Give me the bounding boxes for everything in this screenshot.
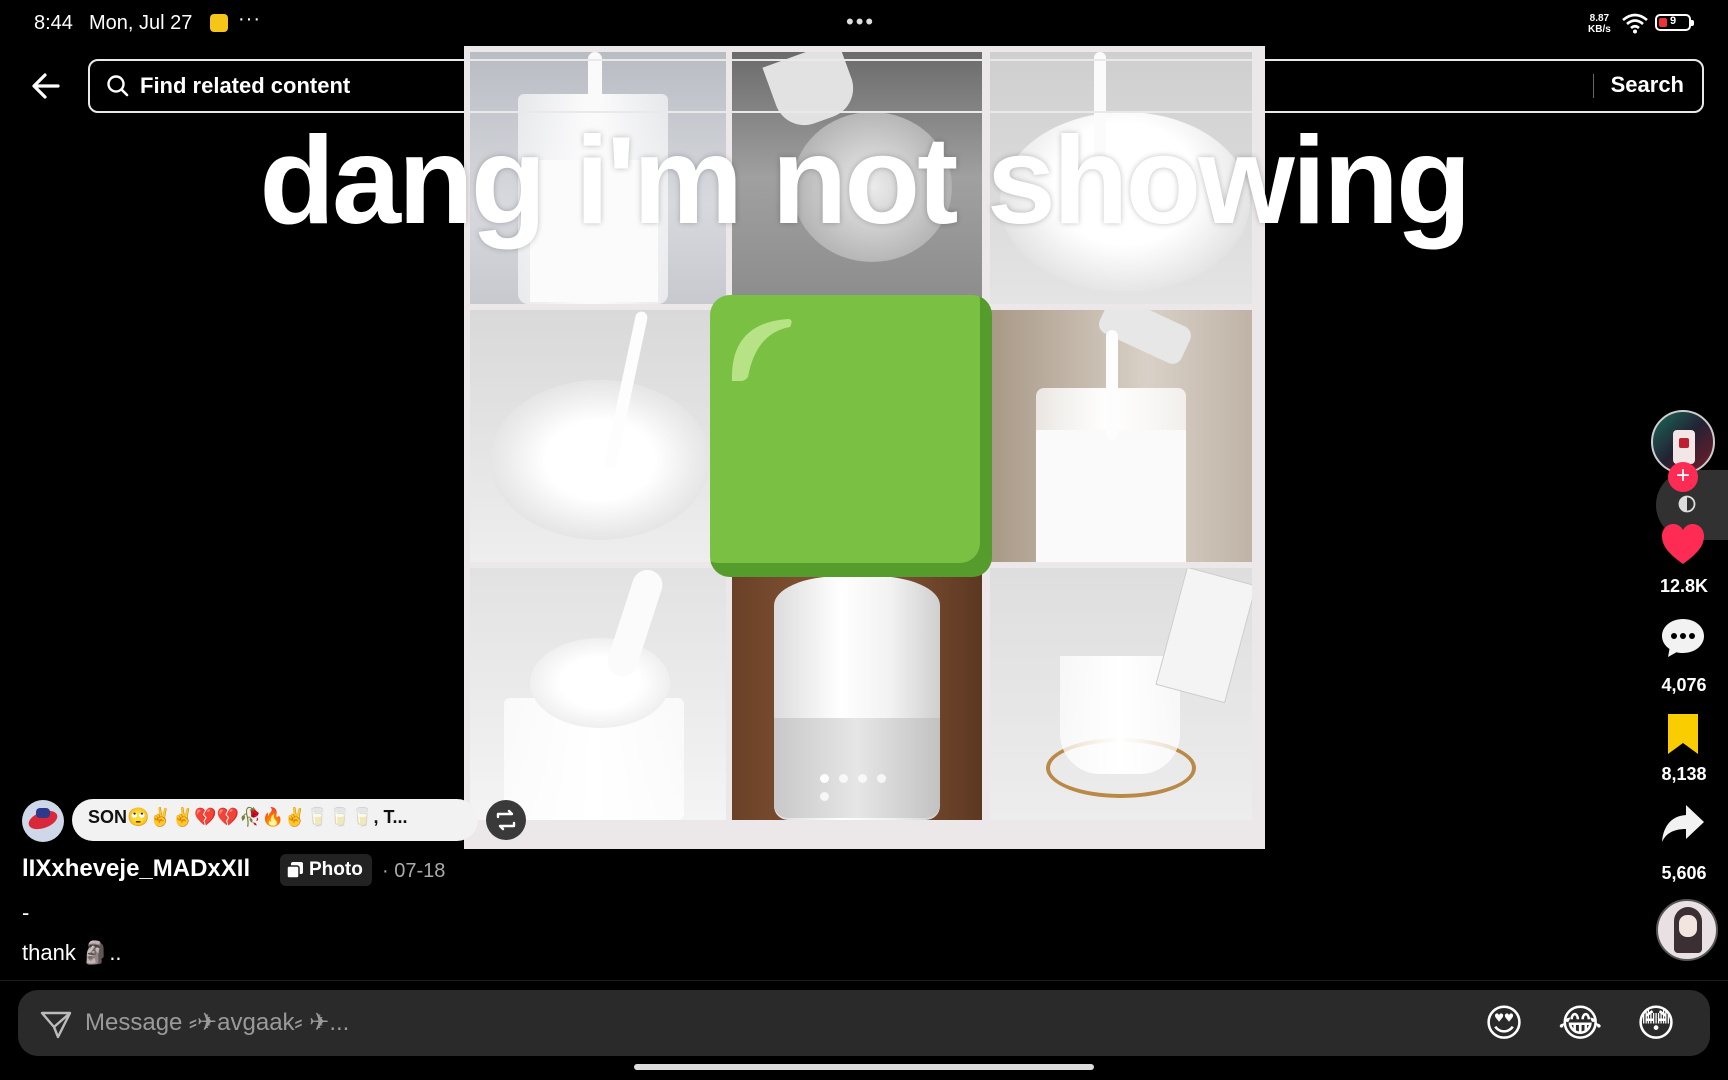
page-dot — [839, 774, 848, 783]
search-bar[interactable]: Find related content Search — [88, 59, 1704, 113]
message-input[interactable]: Message ⸗✈︎avgaak⸗ ✈︎... — [85, 1008, 349, 1037]
notification-app-icon — [210, 14, 228, 32]
network-speed: 8.87 KB/s — [1588, 13, 1611, 35]
page-dot — [877, 774, 886, 783]
send-filter-icon[interactable] — [40, 1010, 72, 1040]
share-icon[interactable] — [1660, 802, 1706, 846]
wifi-icon — [1622, 13, 1648, 34]
milk-carton-glass-photo — [990, 568, 1252, 820]
green-square-sticker — [710, 295, 992, 577]
repost-button[interactable] — [486, 800, 526, 840]
action-rail: + 12.8K 4,076 8,138 5,606 — [1640, 400, 1728, 980]
milk-bottle-glass-photo — [990, 310, 1252, 562]
post-description-line: - — [22, 900, 30, 925]
contrast-icon — [1678, 495, 1696, 513]
back-button[interactable] — [26, 66, 66, 106]
search-input[interactable]: Find related content — [140, 73, 350, 99]
more-notifications-icon: ··· — [238, 8, 261, 30]
emoji-heart-eyes-button[interactable]: 😍 — [1482, 1002, 1526, 1046]
search-divider — [1593, 74, 1594, 98]
share-count: 5,606 — [1661, 863, 1707, 883]
photo-stack-icon — [286, 861, 303, 879]
status-bar: 8:44 Mon, Jul 27 ··· ••• 8.87 KB/s 9 — [0, 0, 1728, 48]
shine-highlight — [731, 319, 792, 381]
bookmark-icon[interactable] — [1660, 712, 1706, 756]
post-date: · 07-18 — [382, 860, 446, 882]
message-bar: Message ⸗✈︎avgaak⸗ ✈︎... 😍 😂 😳 — [18, 990, 1710, 1056]
author-avatar[interactable] — [22, 800, 64, 842]
repost-icon — [496, 809, 516, 831]
status-time: 8:44 — [34, 12, 73, 34]
page-dot — [820, 774, 829, 783]
sound-disc-avatar[interactable] — [1656, 899, 1718, 961]
milk-crown-splash-photo — [470, 568, 726, 820]
page-dot — [858, 774, 867, 783]
bottom-divider — [0, 980, 1728, 981]
search-icon — [107, 75, 129, 97]
status-date: Mon, Jul 27 — [89, 12, 193, 34]
post-description-line[interactable]: thank 🗿.. — [22, 940, 122, 966]
window-handle-dots[interactable]: ••• — [846, 9, 875, 35]
comment-count: 4,076 — [1661, 675, 1707, 695]
author-row: SON🙄✌️✌️💔💔🥀🔥✌️🥛🥛🥛, T... — [22, 796, 526, 844]
save-count: 8,138 — [1661, 764, 1707, 784]
sound-label[interactable]: SON🙄✌️✌️💔💔🥀🔥✌️🥛🥛🥛, T... — [72, 799, 478, 841]
comment-icon[interactable] — [1660, 616, 1706, 660]
page-dot — [820, 792, 829, 801]
search-button[interactable]: Search — [1611, 72, 1684, 98]
emoji-flushed-button[interactable]: 😳 — [1634, 1002, 1678, 1046]
milk-glass-wood-photo — [732, 568, 982, 820]
heart-icon[interactable] — [1660, 522, 1706, 566]
photo-type-badge: Photo — [280, 854, 372, 886]
follow-button[interactable]: + — [1668, 462, 1698, 492]
carousel-page-indicator — [820, 770, 912, 801]
milk-splash-photo — [470, 310, 726, 562]
caption-overlay-text: dang i'm not showing — [259, 112, 1471, 250]
like-count: 12.8K — [1659, 576, 1709, 596]
author-username[interactable]: lIXxheveje_MADxXIl — [22, 855, 250, 883]
home-indicator[interactable] — [634, 1064, 1094, 1070]
battery-icon: 9 — [1655, 14, 1694, 31]
emoji-laughing-button[interactable]: 😂 — [1558, 1002, 1602, 1046]
